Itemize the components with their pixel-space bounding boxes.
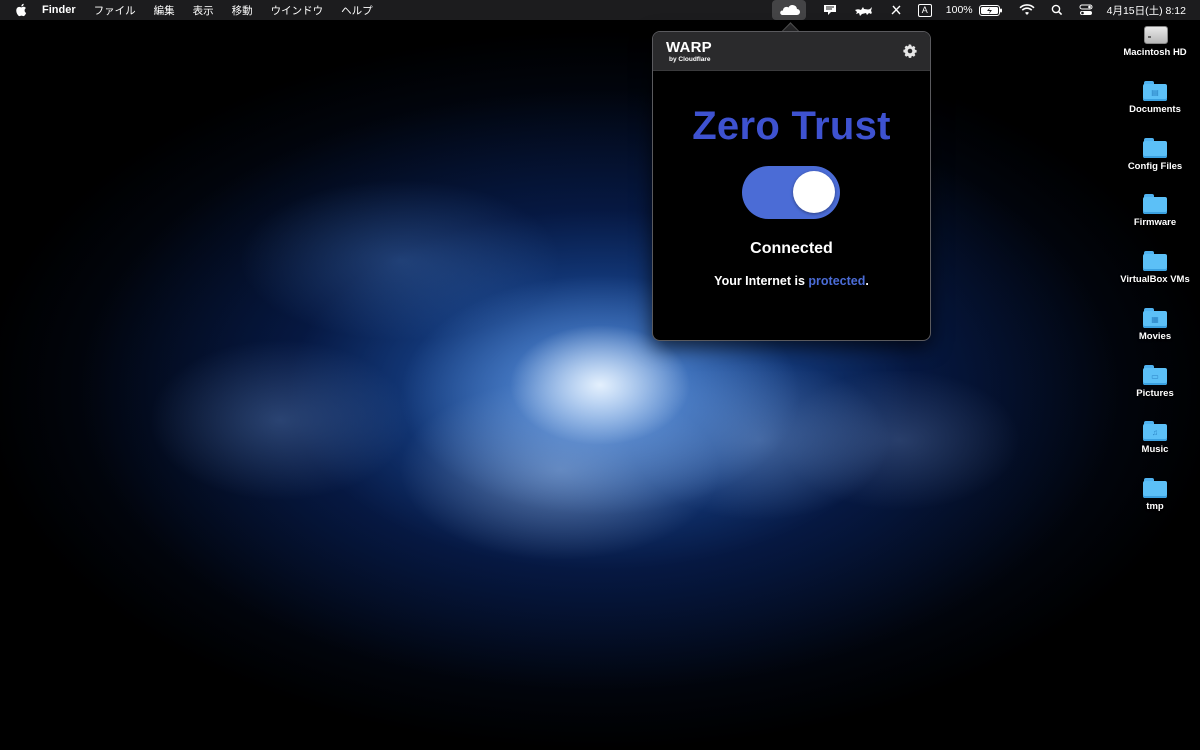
desktop-icon-config-files[interactable]: Config Files [1110, 138, 1200, 172]
desktop-icon-movies[interactable]: ▦ Movies [1110, 308, 1200, 342]
folder-icon [1143, 478, 1167, 498]
protection-message-suffix: . [865, 274, 869, 288]
desktop-icon-label: VirtualBox VMs [1120, 274, 1190, 285]
desktop-icon-label: Firmware [1133, 217, 1177, 228]
documents-folder-icon: ▤ [1143, 81, 1167, 101]
warp-logo-text: WARP [666, 39, 712, 56]
protection-message-highlight: protected [808, 274, 866, 288]
battery-percent: 100% [945, 4, 973, 16]
desktop-icon-label: Music [1141, 444, 1169, 455]
desktop-icon-macintosh-hd[interactable]: Macintosh HD [1110, 24, 1200, 58]
toggle-knob [793, 171, 835, 213]
warp-mode-title: Zero Trust [692, 104, 891, 148]
movies-folder-icon: ▦ [1143, 308, 1167, 328]
desktop-icon-tmp[interactable]: tmp [1110, 478, 1200, 512]
battery-charging-icon[interactable] [978, 0, 1003, 20]
menu-window[interactable]: ウインドウ [271, 3, 324, 18]
desktop-icon-label: tmp [1146, 501, 1164, 512]
hard-drive-icon [1144, 24, 1168, 44]
desktop-icon-label: Pictures [1136, 388, 1174, 399]
protection-message: Your Internet is protected. [653, 274, 930, 288]
menu-finder[interactable]: Finder [42, 4, 76, 16]
xcode-tools-icon[interactable] [890, 0, 902, 20]
cloudflare-warp-status-icon[interactable] [771, 0, 806, 20]
menu-bar: Finder ファイル 編集 表示 移動 ウインドウ ヘルプ A 100% 4月… [0, 0, 1200, 20]
folder-icon [1143, 138, 1167, 158]
desktop-icon-label: Config Files [1127, 161, 1183, 172]
protection-message-prefix: Your Internet is [714, 274, 809, 288]
desktop-icon-label: Movies [1138, 331, 1172, 342]
wifi-icon[interactable] [1019, 0, 1035, 20]
input-source-icon[interactable]: A [917, 0, 932, 20]
folder-icon [1143, 194, 1167, 214]
warp-logo: WARP by Cloudflare [666, 39, 712, 63]
desktop-icon-firmware[interactable]: Firmware [1110, 194, 1200, 228]
apple-menu-icon[interactable] [14, 3, 28, 17]
desktop-wallpaper [0, 0, 1200, 750]
desktop-icon-label: Macintosh HD [1123, 47, 1187, 58]
desktop-icon-music[interactable]: ♫ Music [1110, 421, 1200, 455]
animal-menu-icon[interactable] [854, 0, 874, 20]
menubar-clock[interactable]: 4月15日(土) 8:12 [1107, 3, 1186, 18]
desktop-icon-pictures[interactable]: ▭ Pictures [1110, 365, 1200, 399]
connection-status: Connected [750, 240, 833, 257]
notes-menu-icon[interactable] [822, 0, 838, 20]
menu-edit[interactable]: 編集 [154, 3, 175, 18]
menu-go[interactable]: 移動 [232, 3, 253, 18]
connection-toggle[interactable] [742, 166, 840, 219]
control-center-icon[interactable] [1079, 0, 1093, 20]
menu-help[interactable]: ヘルプ [341, 3, 373, 18]
warp-header: WARP by Cloudflare [653, 32, 930, 71]
music-folder-icon: ♫ [1143, 421, 1167, 441]
spotlight-search-icon[interactable] [1051, 0, 1063, 20]
menu-view[interactable]: 表示 [193, 3, 214, 18]
menu-file[interactable]: ファイル [94, 3, 136, 18]
desktop-icon-label: Documents [1129, 104, 1181, 115]
warp-logo-subtext: by Cloudflare [669, 56, 711, 63]
pictures-folder-icon: ▭ [1143, 365, 1167, 385]
gear-icon[interactable] [902, 43, 918, 59]
desktop-icon-virtualbox-vms[interactable]: VirtualBox VMs [1110, 251, 1200, 285]
folder-icon [1143, 251, 1167, 271]
desktop-icon-documents[interactable]: ▤ Documents [1110, 81, 1200, 115]
warp-popover: WARP by Cloudflare Zero Trust Connected … [652, 31, 931, 341]
